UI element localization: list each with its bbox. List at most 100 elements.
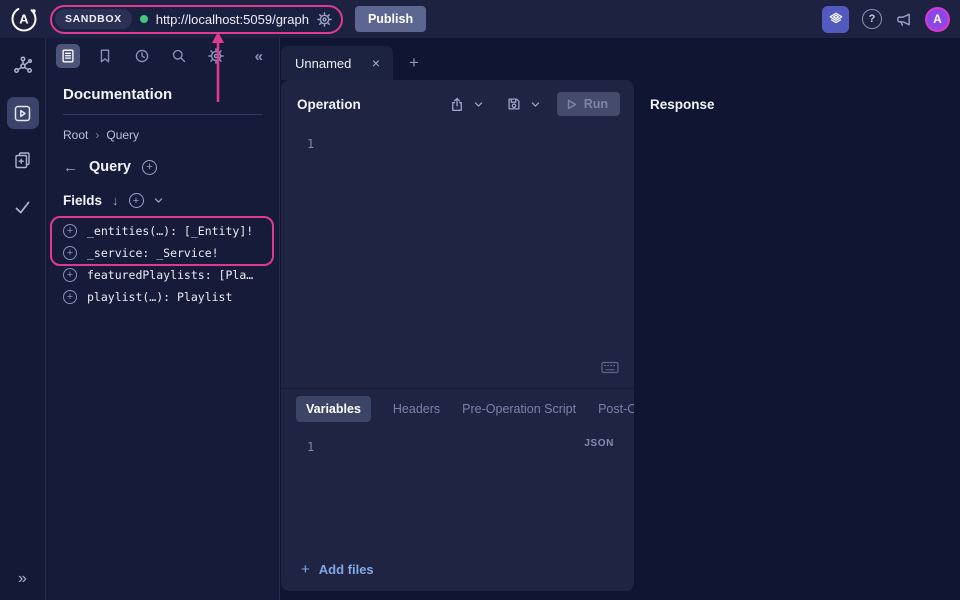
run-label: Run: [584, 97, 608, 111]
operation-subtabs: Variables Headers Pre-Operation Script P…: [281, 388, 634, 428]
close-icon: ×: [372, 55, 380, 71]
operation-tab-unnamed[interactable]: Unnamed ×: [281, 46, 393, 80]
add-type-to-operation-button[interactable]: +: [142, 160, 157, 175]
operation-editor[interactable]: 1: [281, 128, 634, 388]
language-badge: JSON: [584, 438, 614, 449]
add-field-button[interactable]: +: [63, 246, 77, 260]
workspace-content: Operation: [280, 80, 960, 600]
docs-panel-title: Documentation: [63, 86, 262, 103]
add-field-button[interactable]: +: [63, 268, 77, 282]
publish-button[interactable]: Publish: [355, 6, 426, 32]
tab-history[interactable]: [130, 44, 154, 68]
tab-documentation[interactable]: [56, 44, 80, 68]
response-panel-title: Response: [650, 97, 960, 112]
back-arrow-icon: ←: [63, 159, 78, 176]
plus-icon: +: [409, 53, 419, 72]
breadcrumb-current: Query: [106, 128, 139, 142]
sort-fields-button[interactable]: ↓: [112, 194, 119, 207]
add-field-button[interactable]: +: [63, 290, 77, 304]
fields-section-label: Fields: [63, 193, 102, 208]
help-button[interactable]: ?: [862, 9, 882, 29]
share-export-icon: [449, 96, 465, 113]
play-icon: [567, 99, 577, 110]
sidebar-item-explorer[interactable]: [7, 97, 39, 129]
docs-content: Documentation Root › Query ← Query + Fie…: [46, 72, 279, 600]
fields-header-row: Fields ↓ +: [63, 193, 262, 208]
sidebar-item-checks[interactable]: [7, 191, 39, 223]
subtab-pre-operation-script[interactable]: Pre-Operation Script: [462, 402, 576, 416]
breadcrumb-separator-icon: ›: [95, 128, 99, 142]
tab-saved-operations[interactable]: [93, 44, 117, 68]
save-options-button[interactable]: [529, 99, 542, 110]
avatar-letter: A: [933, 12, 942, 26]
apollo-logo-letter: A: [19, 12, 29, 27]
user-avatar[interactable]: A: [925, 7, 950, 32]
share-options-button[interactable]: [472, 99, 485, 110]
field-row-featured-playlists[interactable]: + featuredPlaylists: [Pla…: [63, 264, 262, 286]
documentation-panel: « Documentation Root › Query ← Query + F…: [46, 38, 280, 600]
tab-explorer-settings[interactable]: [204, 44, 228, 68]
graph-schema-icon: [13, 56, 33, 76]
save-operation-button[interactable]: [504, 94, 524, 114]
sidebar-item-schema[interactable]: [7, 50, 39, 82]
type-title: Query: [89, 159, 131, 175]
editor-line-number: 1: [307, 440, 314, 454]
apollo-sandbox-app: A SANDBOX http://localhost:5059/graph Pu…: [0, 0, 960, 600]
documents-plus-icon: [13, 151, 32, 170]
field-signature: featuredPlaylists: [Pla…: [87, 268, 253, 282]
add-files-button[interactable]: + Add files: [281, 548, 634, 591]
close-tab-button[interactable]: ×: [370, 56, 382, 70]
field-row-entities[interactable]: + _entities(…): [_Entity]!: [63, 220, 262, 242]
tab-search[interactable]: [167, 44, 191, 68]
new-tab-button[interactable]: +: [409, 54, 419, 71]
history-clock-icon: [134, 48, 150, 64]
subtab-post-operation-script[interactable]: Post-Operation Script: [598, 402, 634, 416]
share-operation-button[interactable]: [447, 94, 467, 115]
checkmark-icon: [13, 198, 32, 217]
keyboard-shortcuts-button[interactable]: [601, 361, 619, 377]
collapse-panel-button[interactable]: «: [255, 48, 263, 65]
keyboard-icon: [601, 361, 619, 374]
add-all-fields-button[interactable]: +: [129, 193, 144, 208]
sort-arrow-icon: ↓: [112, 193, 119, 208]
graph-url-container: SANDBOX http://localhost:5059/graph: [50, 5, 343, 34]
subtab-headers[interactable]: Headers: [393, 402, 440, 416]
fields-list: + _entities(…): [_Entity]! + _service: _…: [63, 220, 262, 308]
add-files-label: Add files: [319, 562, 374, 577]
graphos-studio-button[interactable]: [822, 6, 849, 33]
announcements-button[interactable]: [895, 11, 912, 28]
add-field-button[interactable]: +: [63, 224, 77, 238]
response-panel: Response: [634, 80, 960, 591]
workspace: Unnamed × + Operation: [280, 38, 960, 600]
document-text-icon: [60, 48, 76, 64]
operation-panel-title: Operation: [297, 97, 447, 112]
topbar-right-actions: ? A: [822, 6, 950, 33]
type-header-row: ← Query +: [63, 159, 262, 175]
connection-status-icon: [140, 15, 148, 23]
add-fields-options-button[interactable]: [154, 197, 163, 204]
bookmark-icon: [97, 48, 113, 64]
field-row-playlist[interactable]: + playlist(…): Playlist: [63, 286, 262, 308]
back-button[interactable]: ←: [63, 160, 78, 175]
breadcrumb-root[interactable]: Root: [63, 128, 88, 142]
subtab-variables[interactable]: Variables: [296, 396, 371, 422]
apollo-logo[interactable]: A: [10, 5, 38, 33]
sidebar-item-operation-collections[interactable]: [7, 144, 39, 176]
chevron-down-icon: [154, 197, 163, 204]
sandbox-badge: SANDBOX: [55, 9, 132, 29]
run-button[interactable]: Run: [557, 92, 620, 116]
double-chevron-right-icon: »: [18, 570, 27, 587]
field-row-service[interactable]: + _service: _Service!: [63, 242, 262, 264]
graph-url-input[interactable]: http://localhost:5059/graph: [156, 12, 309, 27]
connection-settings-gear-icon[interactable]: [317, 12, 332, 27]
save-floppy-icon: [506, 96, 522, 112]
docs-divider: [63, 114, 262, 115]
field-signature: _entities(…): [_Entity]!: [87, 224, 253, 238]
megaphone-icon: [895, 11, 912, 28]
play-square-icon: [13, 104, 32, 123]
expand-sidebar-button[interactable]: »: [18, 570, 27, 588]
tab-title: Unnamed: [295, 56, 362, 71]
chevron-down-icon: [474, 101, 483, 108]
main-body: »: [0, 38, 960, 600]
variables-editor[interactable]: 1 JSON: [281, 428, 634, 548]
